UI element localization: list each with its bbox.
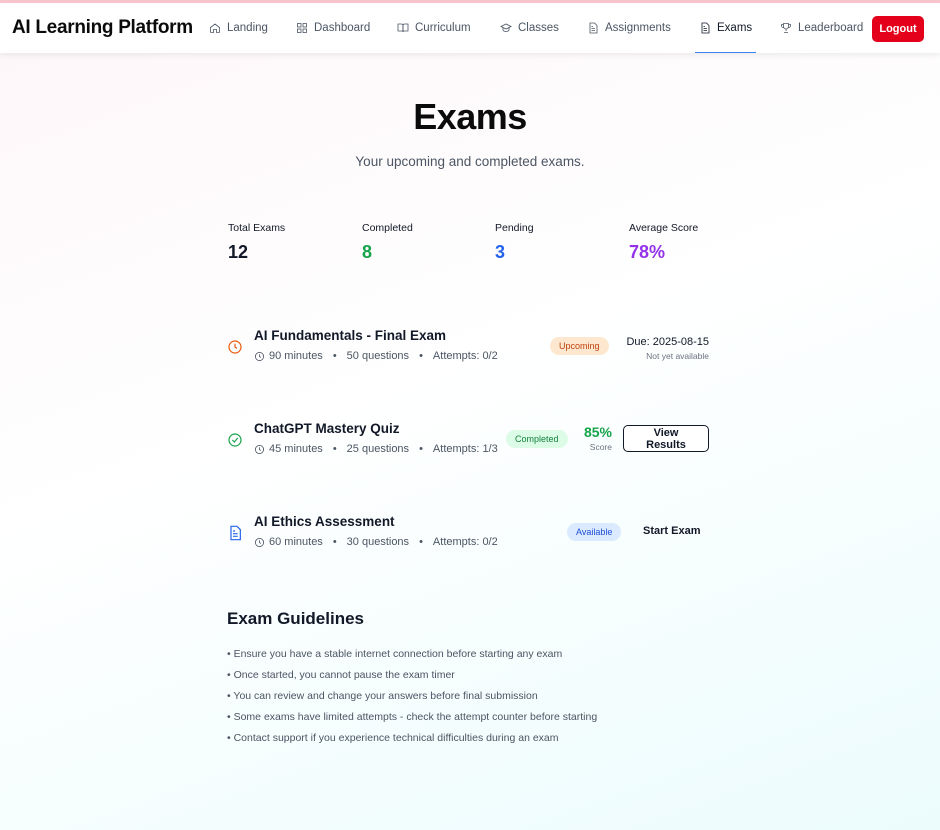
exam-questions: 25 questions — [346, 443, 410, 455]
exam-title: AI Ethics Assessment — [254, 514, 395, 529]
dashboard-icon — [297, 23, 307, 33]
stat-label: Total Exams — [228, 222, 286, 234]
status-badge: Completed — [506, 430, 568, 448]
check-circle-icon — [227, 432, 243, 448]
logout-button[interactable]: Logout — [872, 16, 924, 42]
stat-value: 78% — [629, 242, 666, 262]
stat-value: 3 — [495, 242, 506, 262]
guideline-item: • Contact support if you experience tech… — [227, 732, 559, 744]
exam-duration: 45 minutes — [269, 443, 323, 455]
exam-meta: 90 minutes • 50 questions • Attempts: 0/… — [254, 350, 498, 362]
stat-label: Average Score — [629, 222, 699, 234]
nav-classes[interactable]: Classes — [500, 3, 559, 53]
nav-label: Exams — [717, 22, 753, 34]
graduation-cap-icon — [500, 23, 512, 32]
home-icon — [210, 23, 220, 33]
stat-label: Completed — [362, 222, 413, 234]
exam-title: AI Fundamentals - Final Exam — [254, 328, 447, 343]
exam-attempts: Attempts: 0/2 — [432, 536, 498, 548]
nav-label: Classes — [518, 22, 559, 34]
separator: • — [419, 443, 423, 455]
exam-item: AI Fundamentals - Final Exam 90 minutes … — [227, 328, 709, 378]
nav-dashboard[interactable]: Dashboard — [296, 3, 370, 53]
guideline-item: • Some exams have limited attempts - che… — [227, 711, 598, 723]
exam-attempts: Attempts: 0/2 — [432, 350, 498, 362]
stat-completed: Completed 8 — [362, 222, 413, 263]
status-badge: Available — [567, 523, 622, 541]
exam-score: 85% Score — [572, 424, 612, 452]
separator: • — [332, 350, 337, 362]
separator: • — [332, 536, 337, 548]
guidelines-list: • Ensure you have a stable internet conn… — [227, 648, 597, 753]
nav-assignments[interactable]: Assignments — [587, 3, 671, 53]
nav-label: Curriculum — [415, 22, 471, 34]
exam-due: Due: 2025-08-15 Not yet available — [626, 336, 709, 361]
nav-landing[interactable]: Landing — [209, 3, 268, 53]
book-icon — [397, 23, 409, 33]
start-exam-button[interactable]: Start Exam — [643, 525, 700, 537]
exam-duration: 90 minutes — [269, 350, 323, 362]
page-title: Exams — [413, 96, 527, 137]
stat-value: 12 — [228, 242, 249, 262]
trophy-icon — [781, 23, 791, 33]
status-badge: Upcoming — [550, 337, 609, 355]
exam-attempts: Attempts: 1/3 — [432, 443, 498, 455]
separator: • — [419, 536, 423, 548]
nav-label: Assignments — [605, 22, 671, 34]
exam-item: AI Ethics Assessment 60 minutes • 30 que… — [227, 514, 709, 564]
clock-icon — [255, 444, 264, 454]
nav-label: Landing — [227, 22, 268, 34]
nav-exams[interactable]: Exams — [694, 3, 757, 53]
exam-title: ChatGPT Mastery Quiz — [254, 421, 400, 436]
nav-leaderboard[interactable]: Leaderboard — [780, 3, 863, 53]
exam-meta: 60 minutes • 30 questions • Attempts: 0/… — [254, 536, 498, 548]
document-icon — [227, 525, 243, 541]
due-note: Not yet available — [646, 351, 709, 361]
document-icon — [701, 22, 710, 34]
nav-label: Leaderboard — [798, 22, 864, 34]
view-results-button[interactable]: View Results — [623, 425, 709, 452]
separator: • — [419, 350, 423, 362]
stat-average-score: Average Score 78% — [629, 222, 698, 263]
nav-label: Dashboard — [314, 22, 371, 34]
stat-label: Pending — [495, 222, 534, 234]
nav-curriculum[interactable]: Curriculum — [397, 3, 471, 53]
score-value: 85% — [583, 424, 612, 440]
separator: • — [332, 443, 337, 455]
brand-logo[interactable]: AI Learning Platform — [12, 17, 193, 39]
clock-icon — [255, 351, 264, 361]
score-label: Score — [589, 442, 612, 452]
page-subtitle: Your upcoming and completed exams. — [355, 154, 585, 169]
exam-questions: 30 questions — [346, 536, 410, 548]
guideline-item: • Once started, you cannot pause the exa… — [227, 669, 455, 681]
document-icon — [589, 22, 598, 34]
guideline-item: • You can review and change your answers… — [227, 690, 538, 702]
top-navbar: AI Learning Platform Landing Dashboard C… — [0, 3, 940, 53]
stat-value: 8 — [362, 242, 373, 262]
due-date: Due: 2025-08-15 — [626, 336, 709, 348]
guideline-item: • Ensure you have a stable internet conn… — [227, 648, 563, 660]
clock-icon — [227, 339, 243, 355]
exam-questions: 50 questions — [346, 350, 410, 362]
guidelines-title: Exam Guidelines — [227, 609, 364, 628]
stat-pending: Pending 3 — [495, 222, 534, 263]
clock-icon — [255, 537, 264, 547]
exam-meta: 45 minutes • 25 questions • Attempts: 1/… — [254, 443, 498, 455]
stat-total-exams: Total Exams 12 — [228, 222, 285, 263]
exam-item: ChatGPT Mastery Quiz 45 minutes • 25 que… — [227, 421, 709, 471]
exam-duration: 60 minutes — [269, 536, 323, 548]
